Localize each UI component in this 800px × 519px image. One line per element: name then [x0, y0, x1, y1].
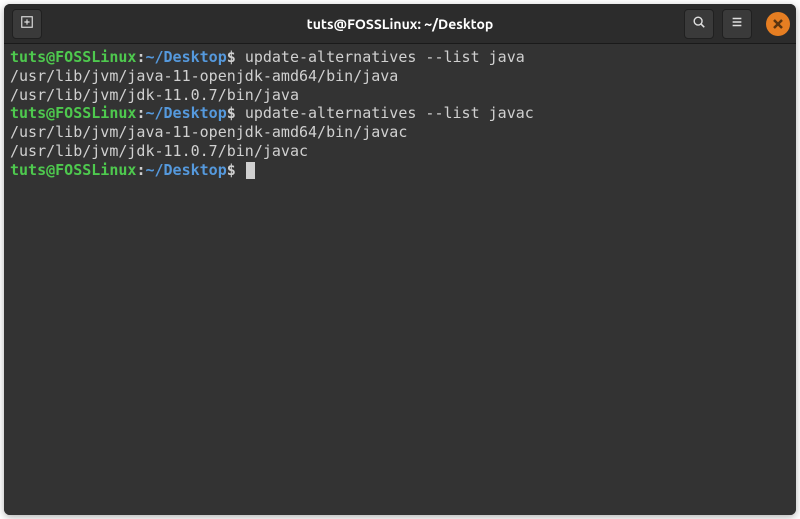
output-text: /usr/lib/jvm/jdk-11.0.7/bin/javac	[10, 142, 308, 160]
cursor	[246, 162, 255, 179]
menu-button[interactable]	[722, 9, 752, 39]
prompt-user-host: tuts@FOSSLinux	[10, 161, 136, 179]
close-button[interactable]	[766, 12, 790, 36]
prompt-symbol: $	[227, 48, 245, 66]
terminal-body[interactable]: tuts@FOSSLinux:~/Desktop$ update-alterna…	[4, 44, 796, 515]
terminal-line: tuts@FOSSLinux:~/Desktop$ update-alterna…	[10, 104, 790, 123]
search-icon	[692, 14, 706, 33]
terminal-line: tuts@FOSSLinux:~/Desktop$ update-alterna…	[10, 48, 790, 67]
terminal-line: /usr/lib/jvm/jdk-11.0.7/bin/java	[10, 86, 790, 105]
titlebar-left	[10, 9, 44, 39]
output-text: /usr/lib/jvm/jdk-11.0.7/bin/java	[10, 86, 299, 104]
prompt-symbol: $	[227, 161, 245, 179]
terminal-window: tuts@FOSSLinux: ~/Desktop tuts@FOSSLinux…	[4, 4, 796, 515]
command-text: update-alternatives --list javac	[245, 104, 534, 122]
prompt-symbol: $	[227, 104, 245, 122]
output-text: /usr/lib/jvm/java-11-openjdk-amd64/bin/j…	[10, 123, 407, 141]
titlebar: tuts@FOSSLinux: ~/Desktop	[4, 4, 796, 44]
search-button[interactable]	[684, 9, 714, 39]
terminal-line: tuts@FOSSLinux:~/Desktop$	[10, 161, 790, 180]
prompt-user-host: tuts@FOSSLinux	[10, 104, 136, 122]
hamburger-icon	[730, 14, 744, 33]
terminal-line: /usr/lib/jvm/java-11-openjdk-amd64/bin/j…	[10, 67, 790, 86]
close-icon	[773, 14, 783, 33]
output-text: /usr/lib/jvm/java-11-openjdk-amd64/bin/j…	[10, 67, 398, 85]
window-title: tuts@FOSSLinux: ~/Desktop	[307, 16, 494, 32]
new-tab-icon	[20, 14, 34, 33]
terminal-line: /usr/lib/jvm/jdk-11.0.7/bin/javac	[10, 142, 790, 161]
titlebar-right	[682, 9, 790, 39]
new-tab-button[interactable]	[12, 9, 42, 39]
command-text: update-alternatives --list java	[245, 48, 525, 66]
prompt-path: ~/Desktop	[145, 48, 226, 66]
terminal-line: /usr/lib/jvm/java-11-openjdk-amd64/bin/j…	[10, 123, 790, 142]
prompt-path: ~/Desktop	[145, 161, 226, 179]
prompt-user-host: tuts@FOSSLinux	[10, 48, 136, 66]
prompt-path: ~/Desktop	[145, 104, 226, 122]
